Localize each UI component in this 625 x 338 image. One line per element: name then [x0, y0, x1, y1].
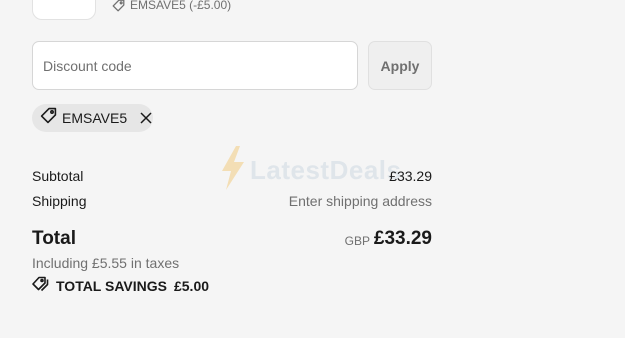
watermark-text: LatestDeals	[250, 155, 402, 185]
total-label: Total	[32, 228, 76, 249]
tags-icon	[32, 276, 50, 295]
savings-value: £5.00	[173, 277, 210, 294]
shipping-value: Enter shipping address	[288, 193, 432, 209]
total-currency: GBP	[344, 234, 370, 248]
applied-code-label: EMSAVE5	[62, 110, 128, 126]
total-savings: TOTAL SAVINGS £5.00	[32, 276, 209, 295]
apply-button[interactable]: Apply	[368, 41, 432, 90]
total-value: £33.29	[373, 228, 432, 249]
close-icon[interactable]	[138, 110, 153, 126]
lightning-bolt-icon	[220, 146, 246, 195]
tag-icon	[112, 0, 125, 12]
tag-icon	[40, 107, 57, 129]
discount-code-input[interactable]	[32, 41, 358, 90]
tax-note: Including £5.55 in taxes	[32, 255, 180, 271]
line-item-discount-text: EMSAVE5 (-£5.00)	[130, 0, 232, 12]
subtotal-label: Subtotal	[32, 168, 84, 184]
watermark-logo: LatestDeals	[220, 146, 401, 195]
applied-discount-chip: EMSAVE5	[32, 104, 153, 132]
shipping-label: Shipping	[32, 193, 87, 209]
line-item-discount: EMSAVE5 (-£5.00)	[112, 0, 231, 13]
product-thumbnail	[32, 0, 96, 20]
order-summary: EMSAVE5 (-£5.00) LatestDeals Apply EMSAV…	[0, 0, 625, 338]
savings-label: TOTAL SAVINGS	[56, 277, 167, 294]
subtotal-value: £33.29	[389, 168, 432, 184]
